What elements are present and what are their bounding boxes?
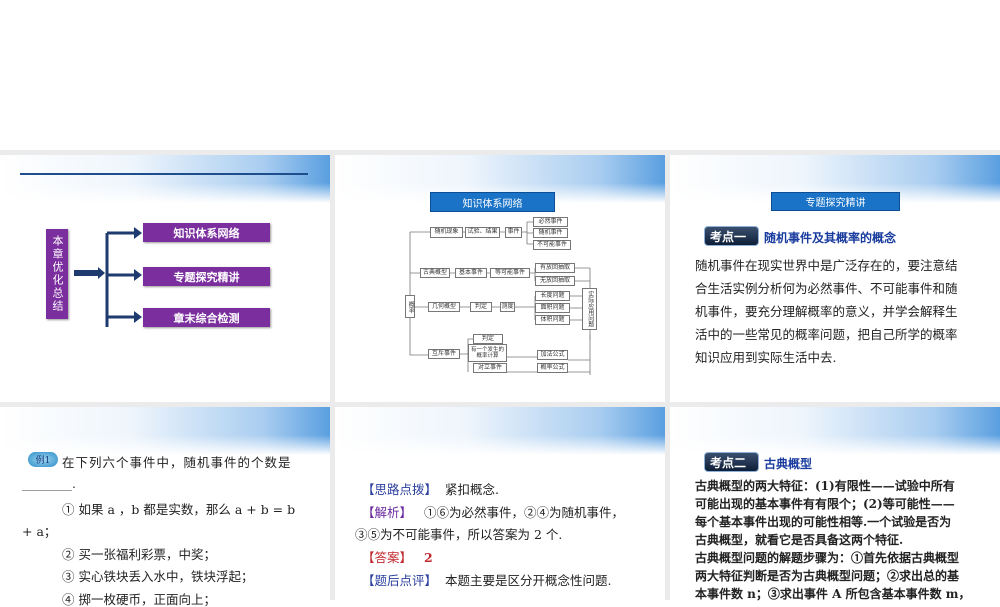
menu-item-topic-explanation[interactable]: 专题探究精讲	[143, 267, 270, 286]
concept-node: 古典概型	[420, 268, 450, 278]
analysis-text: ③⑤为不可能事件，所以答案为 2 个.	[355, 527, 563, 542]
concept-node: 随机事件	[533, 228, 568, 238]
concept-node: 加法公式	[537, 350, 568, 360]
body-line: 可能出现的基本事件有有限个；(2)等可能性——	[695, 497, 955, 511]
concept-node: 对立事件	[473, 363, 507, 373]
concept-node: 互斥事件	[428, 349, 460, 359]
body-line: 本事件数 n；③求出事件 A 所包含基本事件数 m，	[695, 587, 971, 601]
title-rule	[20, 173, 308, 175]
concept-node: 不可能事件	[533, 240, 571, 250]
body-line: 随机事件在现实世界中是广泛存在的，要注意结	[695, 258, 958, 273]
body-line: 活中的一些常见的概率问题，把自己所学的概率	[695, 327, 958, 342]
slide-thumbnail-4[interactable]: 例1 在下列六个事件中，随机事件的个数是 ________. ① 如果 a ，b…	[0, 407, 330, 607]
review-tag: 【题后点评】	[362, 573, 438, 588]
review-line: 【题后点评】 本题主要是区分开概念性问题.	[362, 570, 611, 589]
hint-text: 紧扣概念.	[444, 482, 499, 497]
hint-line: 【思路点拨】 紧扣概念.	[362, 479, 499, 498]
topic-badge: 考点二	[704, 452, 759, 472]
concept-node: 事件	[505, 227, 522, 238]
concept-node: 长度问题	[535, 291, 570, 301]
topic-badge: 考点一	[704, 226, 759, 246]
topic-heading: 随机事件及其概率的概念	[764, 231, 897, 245]
concept-node: 有放回抽取	[535, 263, 575, 273]
example-badge: 例1	[28, 452, 58, 467]
hint-tag: 【思路点拨】	[362, 482, 438, 497]
analysis-tag: 【解析】	[362, 505, 413, 520]
concept-node: 随机现象	[430, 227, 463, 238]
concept-node: 试验、结果	[465, 227, 500, 238]
slide-sorter-grid: 本章优化总结 知识体系网络 专题探究精讲 章末综合检测 知识体系网络 概率 随机…	[0, 150, 1000, 607]
body-line: 两大特征判断是否为古典概型问题；②求出总的基	[695, 569, 960, 583]
concept-node: 实际应用问题	[582, 288, 597, 330]
option-line: + a；	[22, 524, 57, 539]
concept-node: 几何概型	[428, 302, 460, 312]
body-line: 知识应用到实际生活中去.	[695, 350, 837, 365]
slide-thumbnail-3[interactable]: 专题探究精讲 考点一 随机事件及其概率的概念 随机事件在现实世界中是广泛存在的，…	[670, 155, 1000, 402]
concept-node-root: 概率	[405, 295, 415, 318]
option-line: ② 买一张福利彩票，中奖；	[62, 547, 216, 562]
concept-node: 体积问题	[535, 315, 570, 325]
slide-header-band	[0, 155, 330, 203]
branch-arrows	[74, 227, 142, 327]
question-line: 在下列六个事件中，随机事件的个数是	[62, 455, 292, 470]
slide-header-band	[0, 407, 330, 455]
slide-thumbnail-6[interactable]: 考点二 古典概型 古典概型的两大特征：(1)有限性——试验中所有 可能出现的基本…	[670, 407, 1000, 607]
menu-item-chapter-test[interactable]: 章末综合检测	[143, 308, 270, 327]
slide-header-band	[670, 407, 1000, 455]
concept-node: 判定	[470, 302, 492, 312]
body-line: 古典概型，就看它是否具备这两个特征.	[695, 533, 904, 547]
option-line: ① 如果 a ，b 都是实数，那么 a + b = b	[62, 502, 296, 517]
option-line: ③ 实心铁块丢入水中，铁块浮起；	[62, 569, 254, 584]
concept-node: 判定	[473, 334, 503, 344]
concept-node: 必然事件	[533, 217, 568, 227]
body-line: 每个基本事件出现的可能性相等.一个试验是否为	[695, 515, 952, 529]
body-line: 合生活实例分析何为必然事件、不可能事件和随	[695, 281, 958, 296]
review-text: 本题主要是区分开概念性问题.	[444, 573, 612, 588]
concept-node: 面积问题	[535, 303, 570, 313]
answer-blank: ________.	[22, 476, 76, 491]
chapter-summary-box: 本章优化总结	[46, 229, 68, 319]
slide-thumbnail-1[interactable]: 本章优化总结 知识体系网络 专题探究精讲 章末综合检测	[0, 155, 330, 402]
answer-value: 2	[423, 550, 433, 565]
analysis-line: ③⑤为不可能事件，所以答案为 2 个.	[355, 524, 562, 543]
concept-node: 测度	[500, 302, 515, 312]
body-line: 古典概型的两大特征：(1)有限性——试验中所有	[695, 479, 955, 493]
slide-title: 专题探究精讲	[771, 192, 900, 211]
menu-item-knowledge-network[interactable]: 知识体系网络	[143, 223, 270, 242]
slide-header-band	[335, 407, 665, 455]
option-line: ④ 掷一枚硬币，正面向上；	[62, 592, 216, 607]
body-line: 机事件，要充分理解概率的意义，并学会解释生	[695, 304, 958, 319]
slide-thumbnail-5[interactable]: 【思路点拨】 紧扣概念. 【解析】 ①⑥为必然事件，②④为随机事件， ③⑤为不可…	[335, 407, 665, 607]
concept-node: 无放回抽取	[535, 276, 575, 286]
analysis-text: ①⑥为必然事件，②④为随机事件，	[423, 505, 624, 520]
concept-node: 等可能事件	[490, 268, 530, 278]
slide-thumbnail-2[interactable]: 知识体系网络 概率 随机现象 试验、结果 事件 必然事件 随机事件 不可能事件 …	[335, 155, 665, 402]
concept-node: 基本事件	[455, 268, 487, 278]
answer-line: 【答案】 2	[362, 547, 433, 566]
body-line: 古典概型问题的解题步骤为：①首先依据古典概型	[695, 551, 960, 565]
analysis-line: 【解析】 ①⑥为必然事件，②④为随机事件，	[362, 502, 624, 521]
concept-node: 有一个发生的概率计算	[468, 344, 507, 362]
topic-heading: 古典概型	[764, 457, 813, 471]
answer-tag: 【答案】	[362, 550, 413, 565]
concept-node: 概率公式	[537, 363, 568, 373]
